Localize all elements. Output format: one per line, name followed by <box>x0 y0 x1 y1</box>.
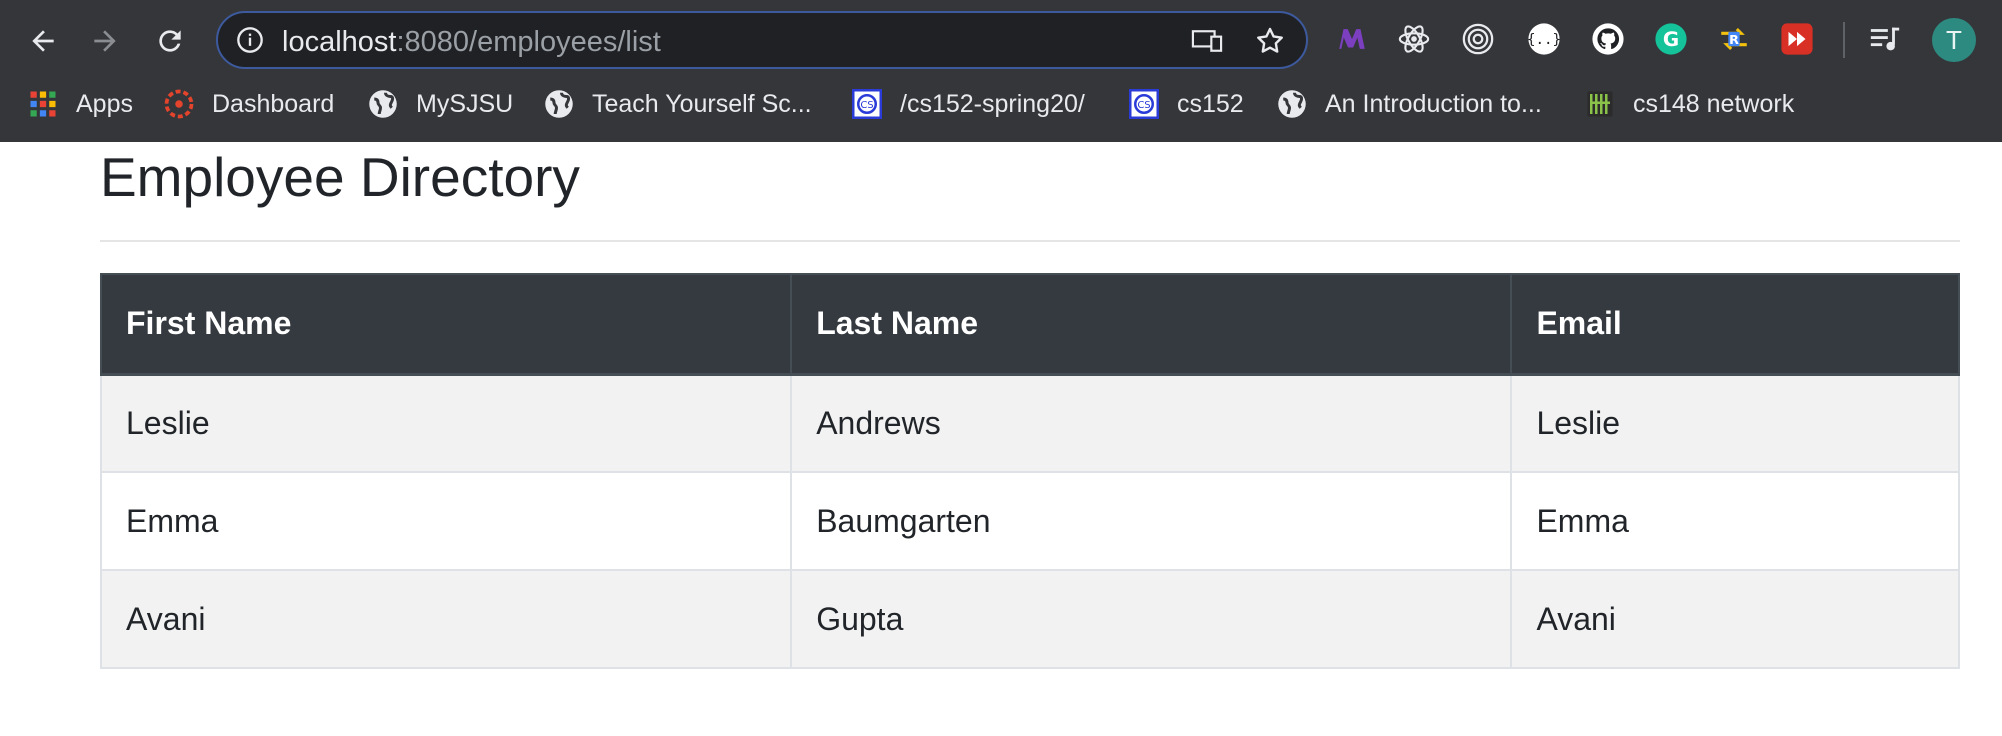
cell-email: Emma <box>1510 471 1960 571</box>
url-path: :8080/employees/list <box>396 26 661 58</box>
bookmark-dashboard[interactable]: Dashboard <box>164 84 334 124</box>
toolbar-divider <box>1843 22 1845 58</box>
cell-first-name: Emma <box>99 471 793 571</box>
target-icon[interactable] <box>1459 20 1497 58</box>
globe-icon <box>544 89 574 119</box>
json-icon[interactable]: {..} <box>1525 20 1563 58</box>
bookmark-label: Dashboard <box>212 89 335 118</box>
browser-toolbar: localhost:8080/employees/list {..} G R T <box>0 0 2002 81</box>
star-icon[interactable] <box>1254 25 1286 57</box>
bookmark-apps[interactable]: Apps <box>28 84 133 124</box>
page-title: Employee Directory <box>100 146 580 208</box>
bookmark-cs152-spring20[interactable]: CS /cs152-spring20/ <box>852 84 1085 124</box>
cell-first-name: Leslie <box>99 373 793 473</box>
employee-table: First Name Last Name Email Leslie Andrew… <box>99 273 1960 669</box>
table-row: Leslie Andrews Leslie <box>99 373 1960 473</box>
svg-text:CS: CS <box>860 100 873 111</box>
bookmark-cs152[interactable]: CS cs152 <box>1129 84 1244 124</box>
media-control-icon[interactable] <box>1866 20 1904 58</box>
cs-icon: CS <box>852 89 882 119</box>
r-swap-icon[interactable]: R <box>1715 20 1753 58</box>
table-body: Leslie Andrews Leslie Emma Baumgarten Em… <box>99 373 1960 669</box>
video-skip-icon[interactable] <box>1778 20 1816 58</box>
network-icon <box>1585 89 1615 119</box>
cell-email: Leslie <box>1510 373 1960 473</box>
svg-text:R: R <box>1729 33 1739 48</box>
table-row: Emma Baumgarten Emma <box>99 471 1960 571</box>
cell-first-name: Avani <box>99 569 793 669</box>
grammarly-icon[interactable]: G <box>1652 20 1690 58</box>
bookmarks-bar: Apps Dashboard MySJSU Teach Yourself Sc.… <box>0 84 2002 124</box>
column-header-email: Email <box>1510 273 1960 376</box>
m-extension-icon[interactable] <box>1333 20 1371 58</box>
column-header-last-name: Last Name <box>790 273 1513 376</box>
reload-button[interactable] <box>143 14 197 68</box>
cs-icon: CS <box>1129 89 1159 119</box>
svg-text:CS: CS <box>1137 100 1150 111</box>
table-header-row: First Name Last Name Email <box>99 273 1960 376</box>
bookmark-label: cs148 network <box>1633 89 1795 118</box>
info-icon[interactable] <box>236 26 264 54</box>
bookmark-label: An Introduction to... <box>1325 89 1542 118</box>
column-header-first-name: First Name <box>99 273 793 376</box>
bookmark-label: /cs152-spring20/ <box>900 89 1085 118</box>
globe-icon <box>368 89 398 119</box>
svg-text:G: G <box>1663 28 1679 51</box>
bookmark-label: MySJSU <box>416 89 514 118</box>
svg-text:{..}: {..} <box>1527 32 1561 48</box>
title-divider <box>100 240 1960 242</box>
bookmark-label: Apps <box>76 89 133 118</box>
bookmark-teach-yourself[interactable]: Teach Yourself Sc... <box>544 84 812 124</box>
profile-avatar[interactable]: T <box>1932 18 1976 62</box>
back-arrow-icon <box>32 30 54 52</box>
address-bar[interactable]: localhost:8080/employees/list <box>216 11 1308 69</box>
bookmark-cs148-network[interactable]: cs148 network <box>1585 84 1794 124</box>
cell-email: Avani <box>1510 569 1960 669</box>
bookmark-label: cs152 <box>1177 89 1244 118</box>
cell-last-name: Andrews <box>790 373 1513 473</box>
bookmark-label: Teach Yourself Sc... <box>592 89 812 118</box>
table-row: Avani Gupta Avani <box>99 569 1960 669</box>
globe-icon <box>1277 89 1307 119</box>
url-host: localhost <box>282 26 397 58</box>
forward-button[interactable] <box>78 14 132 68</box>
cast-icon[interactable] <box>1190 28 1224 54</box>
bookmark-mysjsu[interactable]: MySJSU <box>368 84 513 124</box>
back-button[interactable] <box>16 14 70 68</box>
browser-chrome: localhost:8080/employees/list {..} G R T… <box>0 0 2002 142</box>
forward-arrow-icon <box>94 30 116 52</box>
apps-grid-icon <box>28 89 58 119</box>
react-icon[interactable] <box>1395 20 1433 58</box>
cell-last-name: Gupta <box>790 569 1513 669</box>
reload-icon <box>159 30 181 52</box>
canvas-icon <box>164 89 194 119</box>
cell-last-name: Baumgarten <box>790 471 1513 571</box>
url-text[interactable]: localhost:8080/employees/list <box>282 27 661 57</box>
bookmark-introduction[interactable]: An Introduction to... <box>1277 84 1542 124</box>
github-icon[interactable] <box>1589 20 1627 58</box>
page-content: Employee Directory First Name Last Name … <box>0 142 2002 736</box>
table-header: First Name Last Name Email <box>99 273 1960 376</box>
